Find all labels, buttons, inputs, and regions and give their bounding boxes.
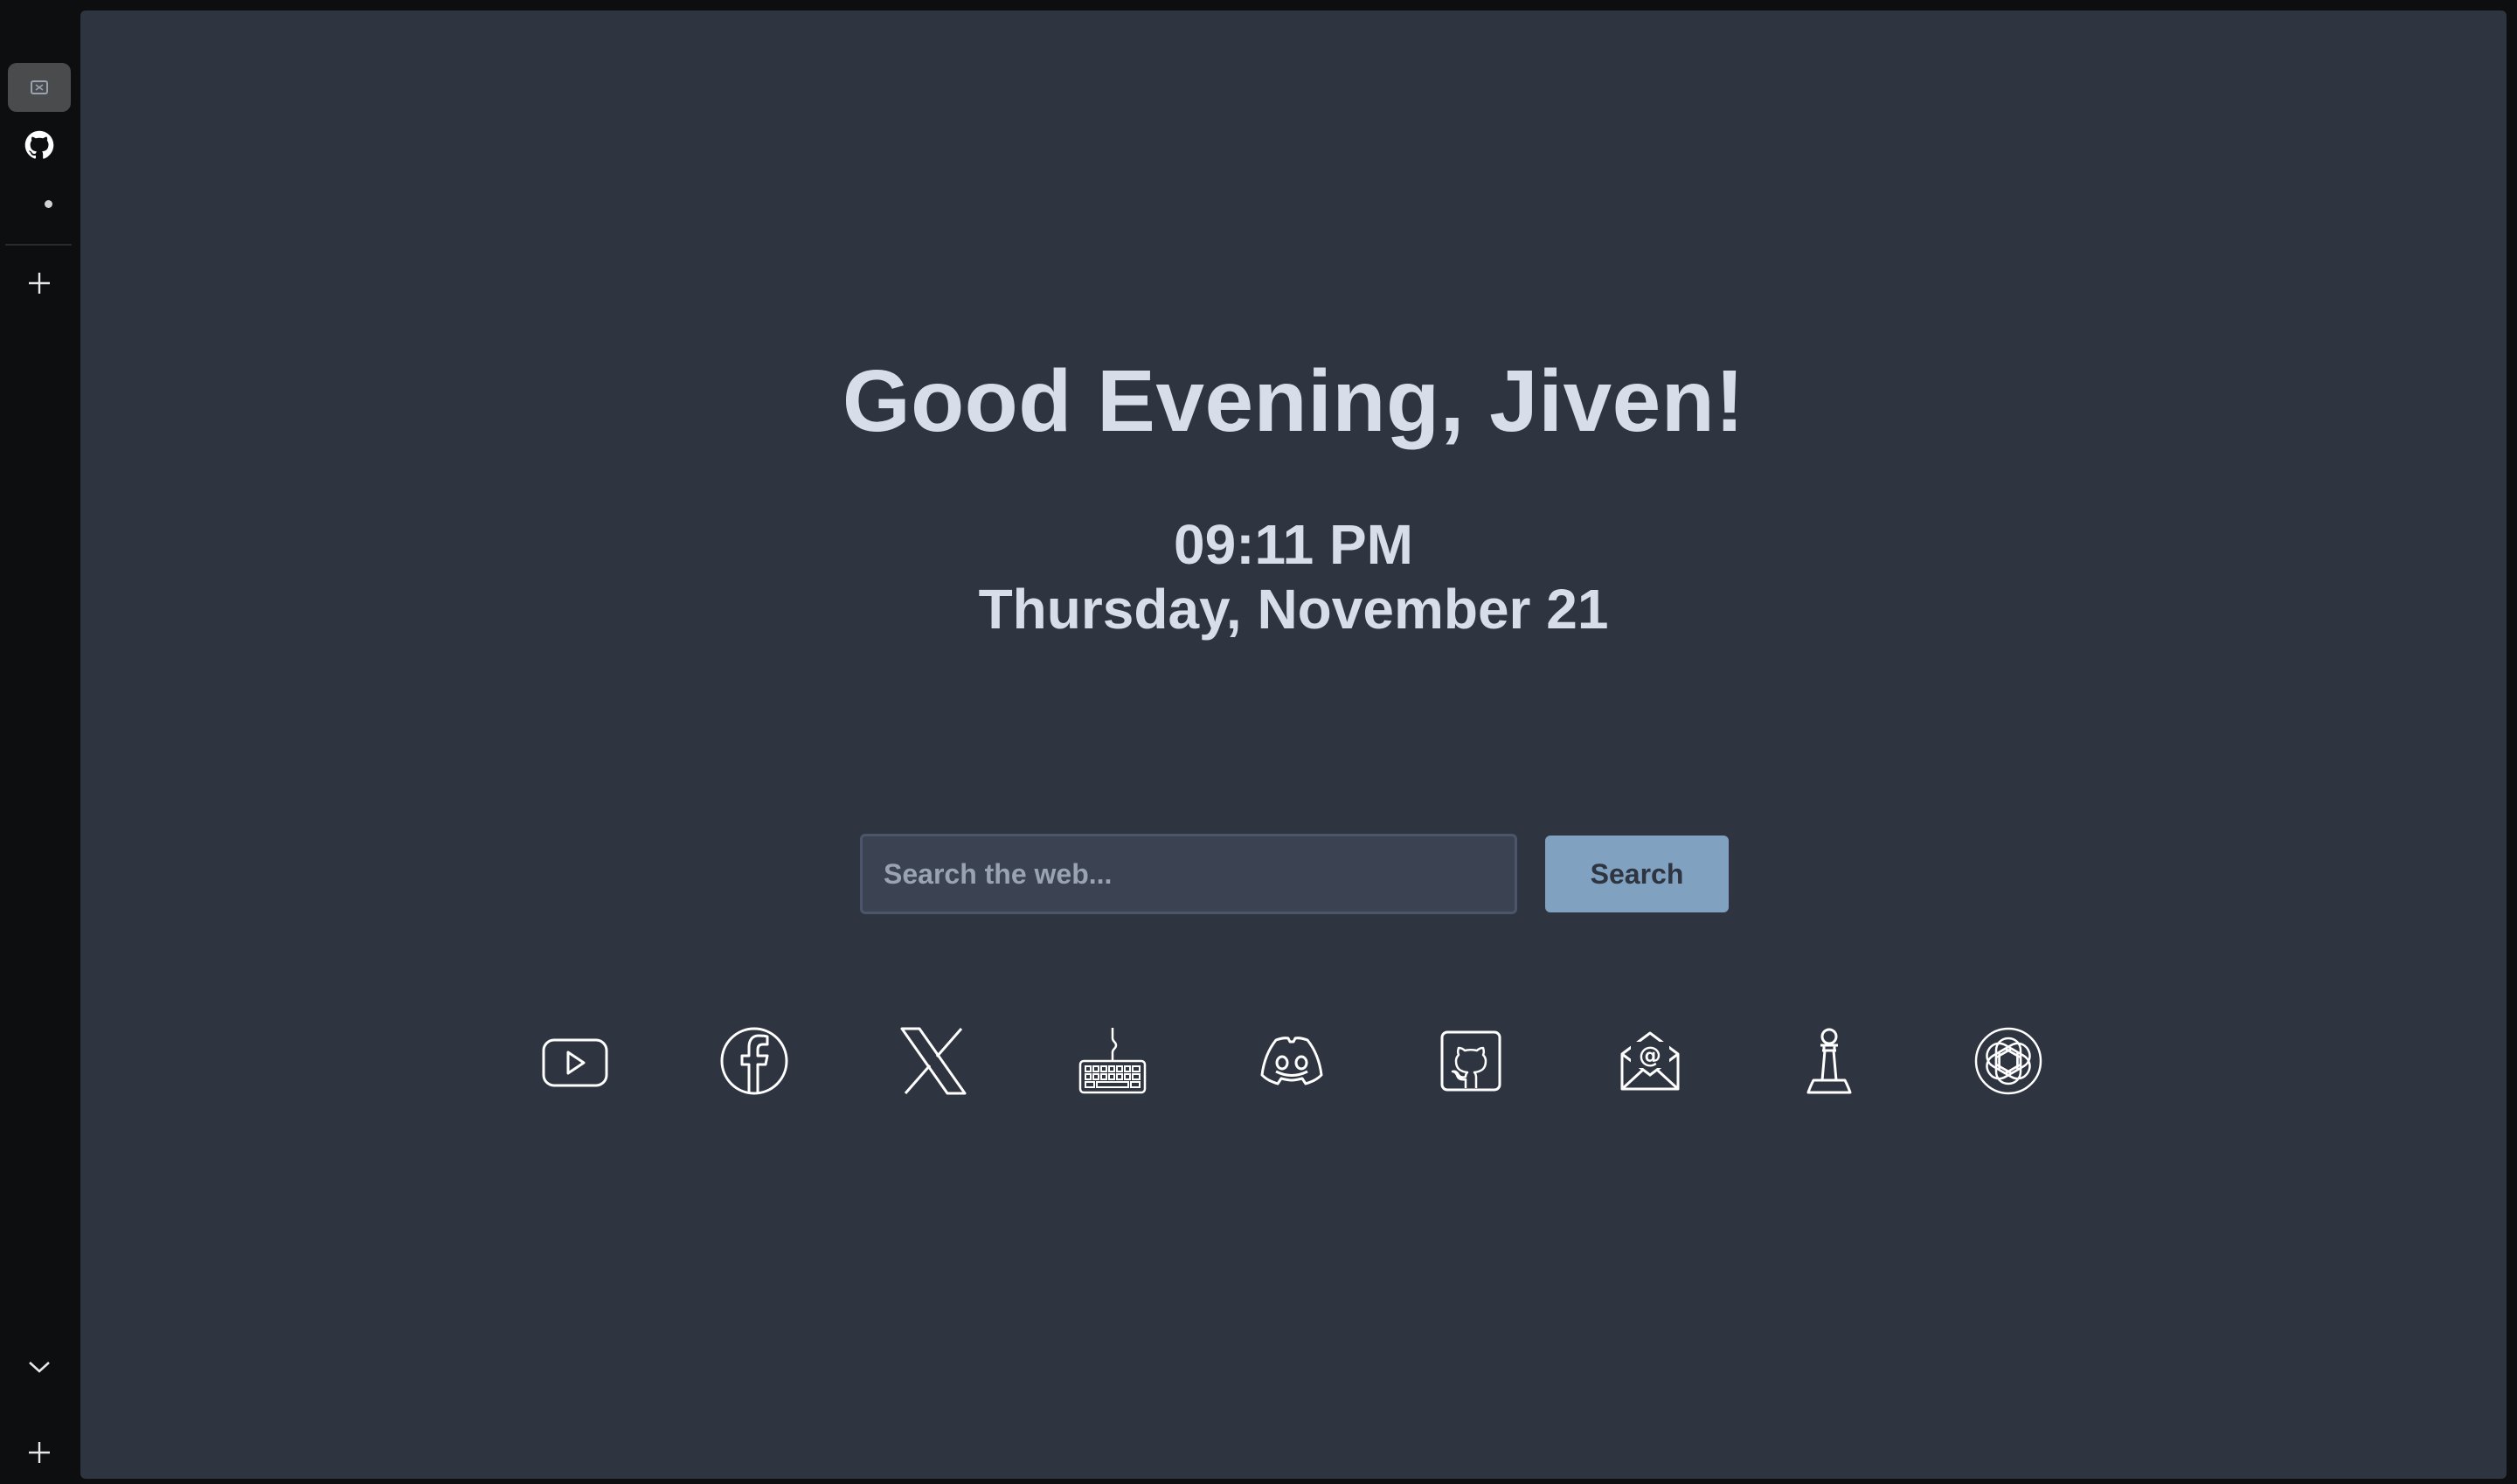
quick-link-facebook[interactable] bbox=[718, 1024, 791, 1098]
openai-icon bbox=[1974, 1027, 2042, 1095]
svg-text:@: @ bbox=[1639, 1043, 1661, 1069]
newtab-icon bbox=[31, 80, 48, 94]
main-content: Good Evening, Jiven! 09:11 PM Thursday, … bbox=[80, 10, 2507, 1479]
clock-time: 09:11 PM bbox=[1174, 513, 1413, 576]
x-icon bbox=[900, 1027, 967, 1095]
quick-link-github[interactable] bbox=[1434, 1024, 1508, 1098]
sidebar-item-github[interactable] bbox=[8, 121, 71, 170]
plus-icon bbox=[29, 1442, 50, 1463]
sidebar-divider bbox=[5, 244, 72, 246]
search-button[interactable]: Search bbox=[1545, 836, 1729, 912]
quick-link-chess[interactable] bbox=[1792, 1024, 1866, 1098]
chess-pawn-icon bbox=[1806, 1028, 1852, 1094]
add-tab-button[interactable] bbox=[8, 259, 71, 308]
quick-link-youtube[interactable] bbox=[538, 1024, 612, 1098]
add-space-button[interactable] bbox=[8, 1428, 71, 1477]
facebook-icon bbox=[720, 1027, 788, 1095]
quick-link-keyboard[interactable] bbox=[1076, 1024, 1149, 1098]
sidebar-item-newtab[interactable] bbox=[8, 63, 71, 112]
chevron-down-icon bbox=[29, 1362, 50, 1373]
discord-icon bbox=[1260, 1037, 1323, 1085]
clock-date: Thursday, November 21 bbox=[978, 578, 1609, 641]
github-icon bbox=[24, 130, 54, 159]
search-input[interactable] bbox=[860, 834, 1517, 914]
collapse-button[interactable] bbox=[8, 1342, 71, 1391]
github-icon bbox=[1440, 1030, 1501, 1092]
greeting-heading: Good Evening, Jiven! bbox=[842, 352, 1745, 450]
quick-link-email[interactable]: @ bbox=[1613, 1024, 1687, 1098]
email-icon: @ bbox=[1620, 1031, 1680, 1091]
quick-link-x[interactable] bbox=[897, 1024, 970, 1098]
quick-link-openai[interactable] bbox=[1972, 1024, 2045, 1098]
keyboard-icon bbox=[1078, 1028, 1147, 1094]
quick-link-discord[interactable] bbox=[1255, 1024, 1328, 1098]
sidebar bbox=[0, 0, 80, 1484]
plus-icon bbox=[29, 273, 50, 294]
youtube-icon bbox=[542, 1038, 608, 1087]
status-dot bbox=[45, 200, 52, 208]
